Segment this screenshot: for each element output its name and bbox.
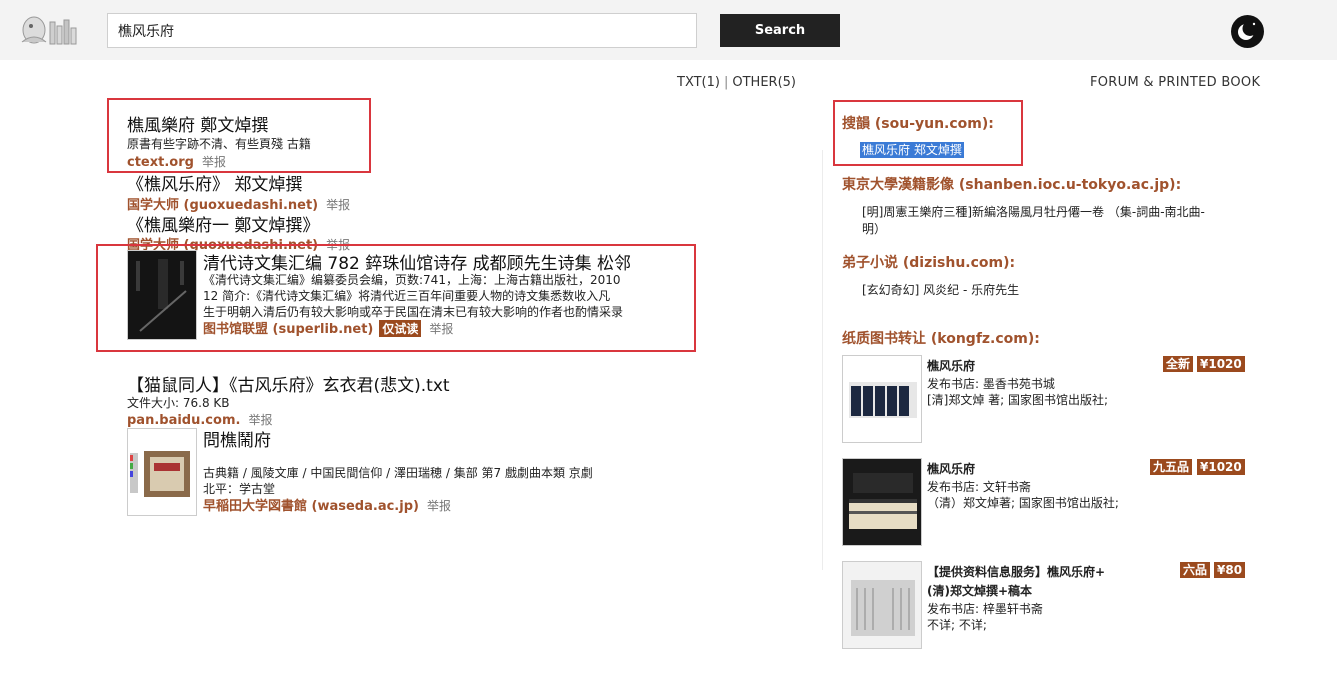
trial-read-badge: 仅试读 xyxy=(379,320,422,337)
book-thumbnail[interactable] xyxy=(842,561,922,649)
book-author: （清）郑文焯著; 国家图书馆出版社; xyxy=(927,496,1119,510)
report-link[interactable]: 举报 xyxy=(429,322,453,336)
book-shop: 发布书店: 梓墨轩书斋 xyxy=(927,602,1043,616)
book-photo-icon xyxy=(843,356,921,442)
result-source: 早稲田大学図書館 (waseda.ac.jp) 举报 xyxy=(203,495,451,514)
tokyo-item[interactable]: [明]周憲王樂府三種]新編洛陽風月牡丹僊一卷 （集-詞曲-南北曲- xyxy=(862,203,1205,220)
kongfz-heading: 纸质图书转让 (kongfz.com): xyxy=(842,331,1040,347)
book-thumbnail[interactable] xyxy=(842,355,922,443)
tab-other[interactable]: OTHER(5) xyxy=(732,75,796,90)
site-logo[interactable] xyxy=(14,12,78,48)
result-title[interactable]: 樵風樂府 鄭文焯撰 xyxy=(127,111,268,136)
tab-separator: | xyxy=(723,75,729,90)
source-link[interactable]: 图书馆联盟 (superlib.net) xyxy=(203,322,373,337)
result-description: 原書有些字跡不清、有些頁殘 古籍 xyxy=(127,137,311,151)
condition-badge: 九五品 xyxy=(1150,459,1193,475)
souyun-item[interactable]: 樵风乐府 郑文焯撰 xyxy=(860,141,964,158)
forum-printed-book-link[interactable]: FORUM & PRINTED BOOK xyxy=(1090,75,1260,90)
result-source: 图书馆联盟 (superlib.net) 仅试读 举报 xyxy=(203,318,453,337)
book-author: [清]郑文焯 著; 国家图书馆出版社; xyxy=(927,393,1109,407)
book-thumbnail[interactable] xyxy=(842,458,922,546)
dizishu-heading: 弟子小说 (dizishu.com): xyxy=(842,255,1016,271)
result-title[interactable]: 《樵風樂府一 鄭文焯撰》 xyxy=(127,211,319,236)
result-source: ctext.org 举报 xyxy=(127,153,226,170)
book-cover-thumbnail[interactable] xyxy=(127,250,197,340)
result-title[interactable]: 【猫鼠同人】《古风乐府》玄衣君(悲文).txt xyxy=(127,371,450,396)
source-link[interactable]: 早稲田大学図書館 (waseda.ac.jp) xyxy=(203,499,419,514)
dizishu-item[interactable]: [玄幻奇幻] 风炎纪 - 乐府先生 xyxy=(862,281,1019,298)
book-title-continued[interactable]: (清)郑文焯撰+稿本 xyxy=(927,582,1032,599)
book-title[interactable]: 樵风乐府 xyxy=(927,460,975,477)
result-description-line: 《清代诗文集汇编》编纂委员会编，页数:741，上海：上海古籍出版社，2010 xyxy=(203,273,621,287)
result-description-line: 古典籍 / 風陵文庫 / 中国民間信仰 / 澤田瑞穂 / 集部 第7 戲劇曲本類… xyxy=(203,466,593,480)
book-photo-icon xyxy=(843,459,921,545)
price-badge: ¥1020 xyxy=(1197,356,1245,372)
report-link[interactable]: 举报 xyxy=(427,499,451,513)
book-cover-icon xyxy=(128,429,196,515)
book-author: 不详; 不详; xyxy=(927,618,987,632)
book-title[interactable]: 樵风乐府 xyxy=(927,357,975,374)
source-link[interactable]: ctext.org xyxy=(127,155,194,170)
tokyo-heading: 東京大學漢籍影像 (shanben.ioc.u-tokyo.ac.jp): xyxy=(842,177,1182,193)
book-photo-icon xyxy=(843,562,921,648)
search-input[interactable] xyxy=(107,13,697,48)
book-title[interactable]: 【提供资料信息服务】樵风乐府+ xyxy=(927,563,1105,580)
report-link[interactable]: 举报 xyxy=(248,413,272,427)
book-cover-icon xyxy=(128,251,196,339)
file-size: 文件大小: 76.8 KB xyxy=(127,396,230,410)
book-shop: 发布书店: 文轩书斋 xyxy=(927,480,1031,494)
result-title[interactable]: 問樵鬧府 xyxy=(203,426,271,451)
result-title[interactable]: 《樵风乐府》 郑文焯撰 xyxy=(127,170,302,195)
book-cover-thumbnail[interactable] xyxy=(127,428,197,516)
search-button[interactable]: Search xyxy=(720,14,840,47)
price-badge: ¥80 xyxy=(1214,562,1246,578)
selected-text: 樵风乐府 郑文焯撰 xyxy=(860,142,964,158)
result-type-tabs: TXT(1) | OTHER(5) xyxy=(677,75,796,90)
tokyo-item-continued[interactable]: 明） xyxy=(862,220,886,237)
price-badge: ¥1020 xyxy=(1197,459,1245,475)
report-link[interactable]: 举报 xyxy=(326,198,350,212)
report-link[interactable]: 举报 xyxy=(202,155,226,169)
souyun-heading: 搜韻 (sou-yun.com): xyxy=(842,116,994,132)
dark-mode-toggle-icon[interactable] xyxy=(1231,15,1264,48)
result-description-line: 12 简介:《清代诗文集汇编》将清代近三百年间重要人物的诗文集悉数收入凡 xyxy=(203,289,611,303)
book-shop: 发布书店: 墨香书苑书城 xyxy=(927,377,1055,391)
condition-badge: 六品 xyxy=(1180,562,1211,578)
top-bar: Search xyxy=(0,0,1337,60)
tab-txt[interactable]: TXT(1) xyxy=(677,75,720,90)
column-divider xyxy=(822,150,823,570)
condition-badge: 全新 xyxy=(1163,356,1194,372)
